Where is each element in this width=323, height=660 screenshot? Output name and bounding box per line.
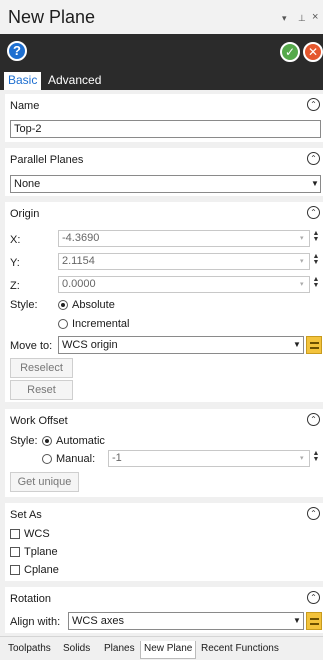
- origin-title: Origin: [10, 208, 40, 220]
- collapse-icon[interactable]: ⌃: [307, 206, 320, 219]
- y-label: Y:: [10, 257, 20, 269]
- ok-button[interactable]: ✓: [280, 42, 300, 62]
- work-offset-title: Work Offset: [10, 415, 68, 427]
- cplane-label: Cplane: [24, 564, 59, 576]
- get-unique-button[interactable]: Get unique: [10, 472, 79, 492]
- move-to-value: WCS origin: [62, 339, 118, 351]
- chevron-down-icon[interactable]: ▾: [282, 13, 287, 24]
- tab-solids[interactable]: Solids: [60, 641, 93, 659]
- cancel-button[interactable]: ✕: [303, 42, 323, 62]
- automatic-label: Automatic: [56, 435, 105, 447]
- dropdown-icon: ▾: [300, 281, 304, 288]
- name-section: Name ⌃ Top-2: [5, 94, 323, 142]
- absolute-label: Absolute: [72, 299, 115, 311]
- x-input[interactable]: -4.3690: [58, 230, 310, 247]
- y-stepper[interactable]: ▲ ▼: [312, 253, 320, 266]
- set-as-title: Set As: [10, 509, 42, 521]
- style-label: Style:: [10, 299, 38, 311]
- reselect-button[interactable]: Reselect: [10, 358, 73, 378]
- tplane-label: Tplane: [24, 546, 58, 558]
- incremental-label: Incremental: [72, 318, 130, 330]
- incremental-radio[interactable]: [58, 319, 68, 329]
- collapse-icon[interactable]: ⌃: [307, 413, 320, 426]
- y-input[interactable]: 2.1154: [58, 253, 310, 270]
- manual-label: Manual:: [56, 453, 96, 465]
- reset-button[interactable]: Reset: [10, 380, 73, 400]
- chevron-down-icon: ▼: [293, 616, 301, 625]
- select-list-button[interactable]: [306, 612, 322, 630]
- cplane-checkbox[interactable]: [10, 565, 20, 575]
- absolute-radio[interactable]: [58, 300, 68, 310]
- rotation-title: Rotation: [10, 593, 51, 605]
- align-with-value: WCS axes: [72, 615, 124, 627]
- tab-recent-functions[interactable]: Recent Functions: [198, 641, 282, 659]
- move-to-label: Move to:: [10, 340, 53, 352]
- tab-advanced[interactable]: Advanced: [44, 72, 105, 90]
- panel-title: New Plane: [8, 7, 96, 27]
- offset-style-label: Style:: [10, 435, 38, 447]
- x-stepper[interactable]: ▲ ▼: [312, 230, 320, 243]
- tab-bar: Basic Advanced: [0, 72, 323, 90]
- chevron-down-icon: ▼: [311, 179, 319, 188]
- align-with-select[interactable]: WCS axes ▼: [68, 612, 304, 630]
- pin-icon[interactable]: ⊥: [298, 13, 306, 24]
- wcs-checkbox[interactable]: [10, 529, 20, 539]
- rotation-section: Rotation ⌃ Align with: WCS axes ▼: [5, 587, 323, 633]
- tab-basic[interactable]: Basic: [4, 72, 42, 90]
- name-section-title: Name: [10, 100, 40, 112]
- x-label: X:: [10, 234, 21, 246]
- collapse-icon[interactable]: ⌃: [307, 152, 320, 165]
- manual-offset-stepper[interactable]: ▲ ▼: [312, 450, 320, 463]
- tab-toolpaths[interactable]: Toolpaths: [5, 641, 54, 659]
- bottom-tab-bar: Toolpaths Solids Planes New Plane Recent…: [0, 636, 323, 660]
- parallel-planes-select[interactable]: None ▼: [10, 175, 321, 193]
- manual-offset-input[interactable]: -1: [108, 450, 310, 467]
- parallel-planes-section: Parallel Planes ⌃ None ▼: [5, 148, 323, 196]
- collapse-icon[interactable]: ⌃: [307, 507, 320, 520]
- manual-radio[interactable]: [42, 454, 52, 464]
- dropdown-icon: ▾: [300, 455, 304, 462]
- parallel-planes-value: None: [14, 178, 41, 190]
- tab-new-plane[interactable]: New Plane: [140, 641, 197, 659]
- work-offset-section: Work Offset ⌃ Style: Automatic Manual: -…: [5, 409, 323, 497]
- help-button[interactable]: ?: [7, 41, 27, 61]
- close-icon[interactable]: ×: [312, 11, 318, 23]
- origin-section: Origin ⌃ X: -4.3690 ▾ ▲ ▼ Y: 2.1154 ▾ ▲ ▼ …: [5, 202, 323, 402]
- toolbar: ? ✓ ✕: [0, 34, 323, 72]
- dropdown-icon: ▾: [300, 258, 304, 265]
- dropdown-icon: ▾: [300, 235, 304, 242]
- tab-planes[interactable]: Planes: [101, 641, 138, 659]
- chevron-down-icon: ▼: [293, 340, 301, 349]
- collapse-icon[interactable]: ⌃: [307, 98, 320, 111]
- name-input[interactable]: Top-2: [10, 120, 321, 138]
- z-input[interactable]: 0.0000: [58, 276, 310, 293]
- z-stepper[interactable]: ▲ ▼: [312, 276, 320, 289]
- set-as-section: Set As ⌃ WCS Tplane Cplane: [5, 503, 323, 581]
- tplane-checkbox[interactable]: [10, 547, 20, 557]
- z-label: Z:: [10, 280, 20, 292]
- wcs-label: WCS: [24, 528, 50, 540]
- parallel-planes-title: Parallel Planes: [10, 154, 84, 166]
- align-with-label: Align with:: [10, 616, 61, 628]
- collapse-icon[interactable]: ⌃: [307, 591, 320, 604]
- select-list-button[interactable]: [306, 336, 322, 354]
- title-bar: New Plane ▾ ⊥ ×: [0, 0, 323, 34]
- automatic-radio[interactable]: [42, 436, 52, 446]
- move-to-select[interactable]: WCS origin ▼: [58, 336, 304, 354]
